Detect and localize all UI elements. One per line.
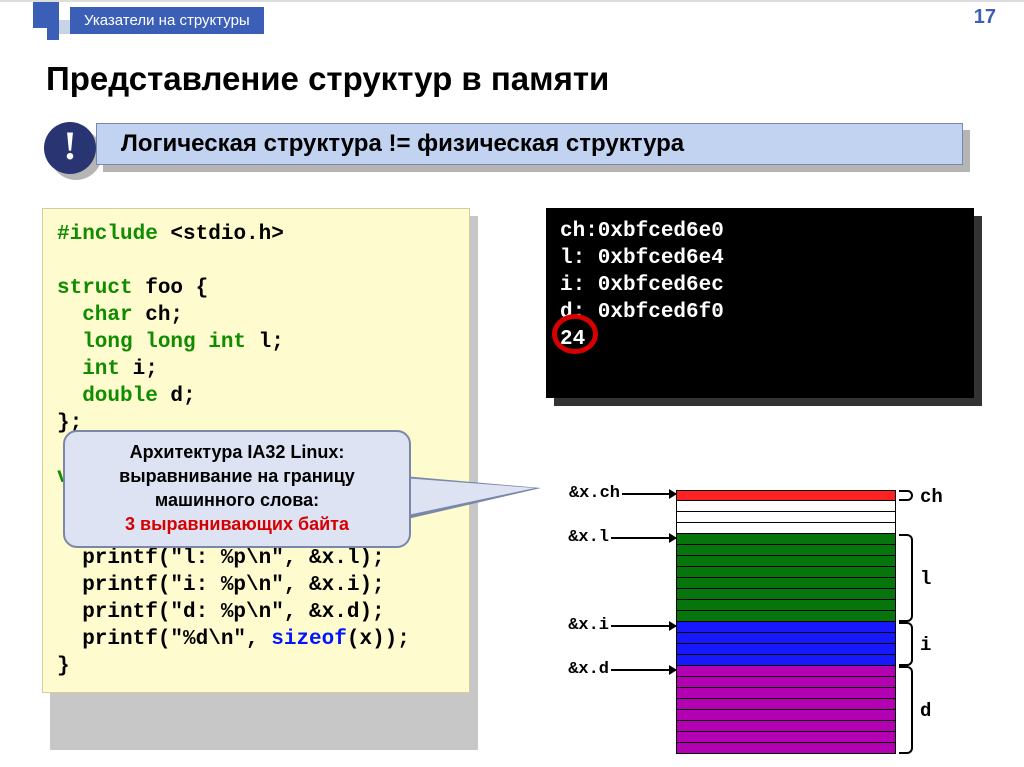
mem-byte-l	[676, 556, 896, 567]
annotation-bubble: Архитектура IA32 Linux: выравнивание на …	[63, 430, 411, 548]
code-token: l;	[246, 331, 284, 354]
code-token: i;	[120, 358, 158, 381]
ptr-label: &x.i	[568, 616, 609, 635]
arrow-icon	[622, 493, 676, 495]
brace-i	[899, 622, 913, 666]
code-token: (x));	[347, 628, 410, 651]
label-ch: ch	[920, 486, 943, 508]
mem-byte-l	[676, 578, 896, 589]
mem-byte-pad	[676, 512, 896, 523]
mem-byte-d	[676, 721, 896, 732]
arrow-icon	[611, 669, 676, 671]
mem-byte-l	[676, 534, 896, 545]
mem-byte-i	[676, 633, 896, 644]
logo-square-small	[47, 28, 59, 40]
ptr-d: &x.d	[548, 660, 676, 674]
mem-byte-l	[676, 600, 896, 611]
mem-byte-ch	[676, 490, 896, 501]
mem-byte-d	[676, 666, 896, 677]
mem-byte-d	[676, 677, 896, 688]
code-token: sizeof	[271, 628, 347, 651]
mem-byte-d	[676, 732, 896, 743]
label-i: i	[920, 634, 931, 656]
code-token: double	[57, 385, 158, 408]
logo-square-dark	[33, 2, 59, 28]
code-token: <stdio.h>	[158, 223, 284, 246]
mem-byte-i	[676, 644, 896, 655]
ptr-ch: &x.ch	[548, 484, 676, 498]
mem-byte-d	[676, 710, 896, 721]
breadcrumb: Указатели на структуры	[70, 7, 264, 34]
bubble-line: машинного слова:	[71, 488, 403, 512]
brace-d	[899, 666, 913, 754]
code-token: foo {	[133, 277, 209, 300]
mem-byte-i	[676, 655, 896, 666]
mem-byte-l	[676, 611, 896, 622]
mem-byte-d	[676, 688, 896, 699]
mem-byte-l	[676, 545, 896, 556]
bubble-line: Архитектура IA32 Linux:	[71, 440, 403, 464]
code-token: struct	[57, 277, 133, 300]
brace-l	[899, 534, 913, 622]
label-l: l	[920, 568, 931, 590]
ptr-label: &x.d	[568, 660, 609, 679]
mem-byte-d	[676, 699, 896, 710]
code-token: int	[57, 358, 120, 381]
mem-byte-d	[676, 743, 896, 754]
slide-title: Представление структур в памяти	[46, 60, 609, 98]
slide-header: Указатели на структуры 17	[0, 0, 1024, 36]
brace-ch	[899, 490, 913, 501]
code-token: d;	[158, 385, 196, 408]
ptr-label: &x.l	[568, 528, 609, 547]
arrow-icon	[611, 537, 676, 539]
term-line: l: 0xbfced6e4	[560, 247, 724, 270]
code-token: printf("%d\n",	[57, 628, 271, 651]
code-token: long long int	[57, 331, 246, 354]
code-token: char	[57, 304, 133, 327]
callout-bar: Логическая структура != физическая струк…	[96, 123, 963, 165]
ptr-l: &x.l	[548, 528, 676, 542]
exclamation-icon: !	[44, 122, 96, 174]
bubble-line: выравнивание на границу	[71, 464, 403, 488]
ptr-label: &x.ch	[569, 484, 620, 503]
highlight-circle	[552, 314, 598, 354]
terminal-output: ch:0xbfced6e0 l: 0xbfced6e4 i: 0xbfced6e…	[546, 208, 974, 398]
memory-stack	[676, 490, 896, 754]
code-token: }	[57, 655, 70, 678]
label-d: d	[920, 700, 931, 722]
mem-byte-pad	[676, 523, 896, 534]
term-line: i: 0xbfced6ec	[560, 274, 724, 297]
code-token: printf("l: %p\n", &x.l);	[57, 547, 385, 570]
code-token: printf("d: %p\n", &x.d);	[57, 601, 385, 624]
term-line: ch:0xbfced6e0	[560, 220, 724, 243]
mem-byte-l	[676, 589, 896, 600]
mem-byte-l	[676, 567, 896, 578]
mem-byte-i	[676, 622, 896, 633]
code-token: #include	[57, 223, 158, 246]
arrow-icon	[611, 625, 676, 627]
code-token: printf("i: %p\n", &x.i);	[57, 574, 385, 597]
bubble-line-emph: 3 выравнивающих байта	[71, 512, 403, 536]
mem-byte-pad	[676, 501, 896, 512]
code-token: ch;	[133, 304, 183, 327]
ptr-i: &x.i	[548, 616, 676, 630]
page-number: 17	[974, 6, 996, 29]
